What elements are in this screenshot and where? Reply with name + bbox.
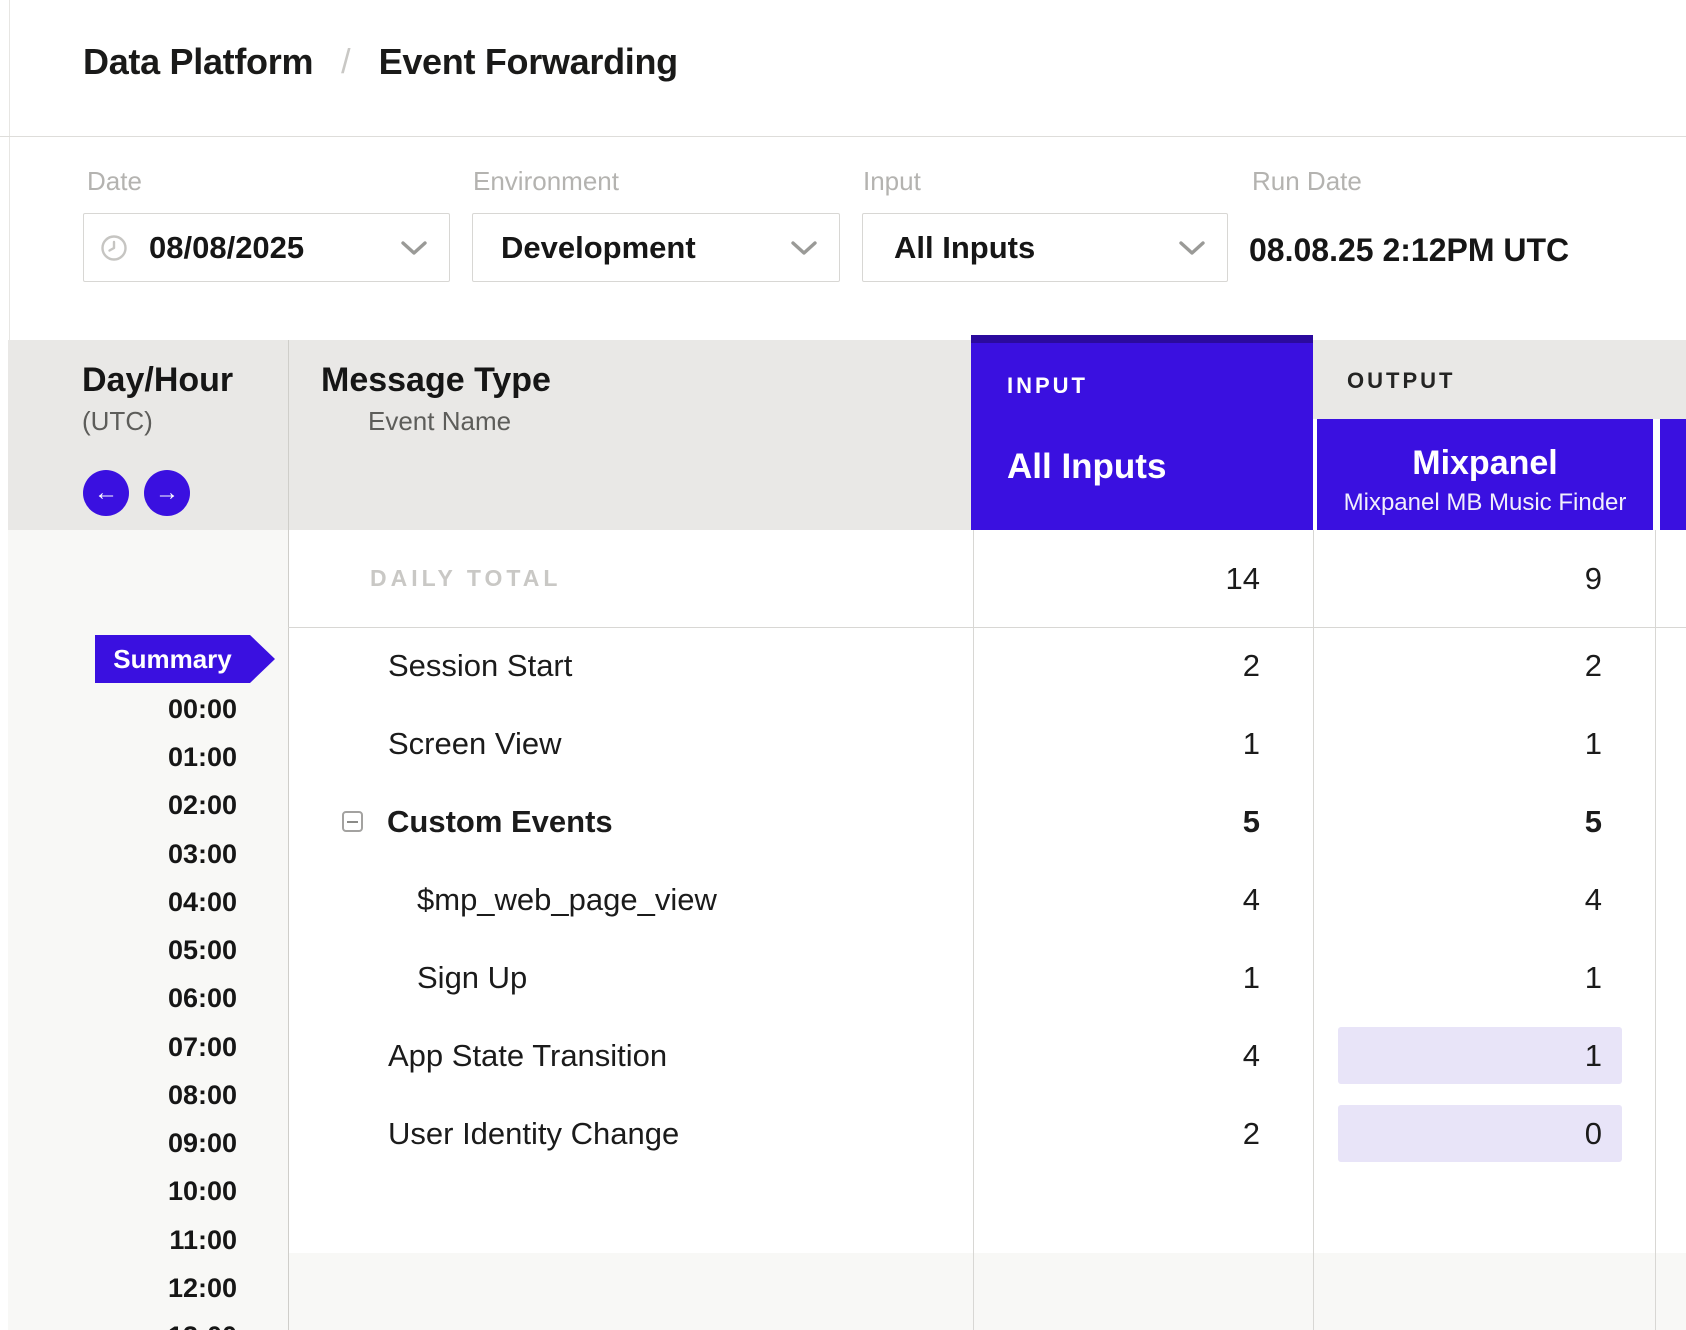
daily-total-label: DAILY TOTAL — [370, 530, 561, 627]
rail-time-03[interactable]: 03:00 — [168, 839, 237, 869]
collapse-minus-icon[interactable] — [342, 811, 363, 832]
output-column-header-mixpanel[interactable]: Mixpanel Mixpanel MB Music Finder — [1317, 419, 1653, 530]
date-filter-value: 08/08/2025 — [149, 230, 304, 266]
day-hour-column-title: Day/Hour — [82, 361, 233, 399]
row-output-value-highlighted[interactable]: 0 — [1338, 1105, 1622, 1162]
row-output-value: 1 — [1585, 939, 1602, 1017]
row-label: Sign Up — [417, 939, 527, 1017]
rail-time-12[interactable]: 12:00 — [168, 1273, 237, 1303]
arrow-right-icon: → — [155, 479, 179, 507]
row-output-value-highlighted[interactable]: 1 — [1338, 1027, 1622, 1084]
page-left-border — [9, 0, 10, 340]
day-hour-column-subtitle: (UTC) — [82, 408, 153, 434]
table-row: User Identity Change 2 0 — [0, 1095, 1686, 1173]
table-row: Screen View 1 1 — [0, 705, 1686, 783]
rail-time-06[interactable]: 06:00 — [168, 983, 237, 1013]
daily-total-output-value: 9 — [1585, 530, 1602, 627]
next-day-button[interactable]: → — [144, 470, 190, 516]
row-label: App State Transition — [388, 1017, 667, 1095]
row-input-value: 2 — [1243, 1095, 1260, 1173]
chevron-down-icon — [401, 241, 427, 255]
breadcrumb-section[interactable]: Data Platform — [83, 41, 313, 83]
environment-filter-label: Environment — [473, 168, 619, 194]
row-label: User Identity Change — [388, 1095, 679, 1173]
table-row-child: Sign Up 1 1 — [0, 939, 1686, 1017]
header-divider — [0, 136, 1686, 137]
input-filter-value: All Inputs — [894, 230, 1035, 266]
row-label: Session Start — [388, 627, 572, 705]
row-label: Custom Events — [387, 783, 613, 861]
input-filter-select[interactable]: All Inputs — [862, 213, 1228, 282]
breadcrumb: Data Platform / Event Forwarding — [83, 40, 678, 84]
date-filter-select[interactable]: 08/08/2025 — [83, 213, 450, 282]
previous-day-button[interactable]: ← — [83, 470, 129, 516]
message-type-column-subtitle: Event Name — [368, 408, 511, 434]
table-row-custom-events: Custom Events 5 5 — [0, 783, 1686, 861]
rail-time-11[interactable]: 11:00 — [169, 1225, 237, 1255]
rail-time-08[interactable]: 08:00 — [168, 1080, 237, 1110]
row-output-value: 2 — [1585, 627, 1602, 705]
event-forwarding-page: Data Platform / Event Forwarding Date 08… — [0, 0, 1686, 1330]
input-group-label: INPUT — [1007, 375, 1088, 397]
page-title: Event Forwarding — [379, 41, 678, 83]
message-type-column-title: Message Type — [321, 361, 551, 399]
input-column-header[interactable]: INPUT All Inputs — [971, 335, 1313, 530]
input-column-name: All Inputs — [1007, 449, 1166, 485]
output-group-label: OUTPUT — [1347, 370, 1455, 392]
row-input-value: 1 — [1243, 705, 1260, 783]
output-column-header-next-partial[interactable] — [1660, 419, 1686, 530]
chevron-down-icon — [791, 241, 817, 255]
row-output-value: 4 — [1585, 861, 1602, 939]
row-label: Screen View — [388, 705, 561, 783]
rail-time-10[interactable]: 10:00 — [168, 1176, 237, 1206]
table-row-child: $mp_web_page_view 4 4 — [0, 861, 1686, 939]
rail-time-04[interactable]: 04:00 — [168, 887, 237, 917]
rail-time-02[interactable]: 02:00 — [168, 790, 237, 820]
run-date-label: Run Date — [1252, 168, 1362, 194]
summary-tag[interactable]: Summary — [95, 635, 275, 683]
rail-time-00[interactable]: 00:00 — [168, 694, 237, 724]
row-label: $mp_web_page_view — [417, 861, 717, 939]
row-input-value: 5 — [1243, 783, 1260, 861]
rail-time-01[interactable]: 01:00 — [168, 742, 237, 772]
environment-filter-value: Development — [501, 230, 696, 266]
column-gutter — [1653, 419, 1660, 530]
daily-total-row: DAILY TOTAL 14 9 — [0, 530, 1686, 627]
date-filter-label: Date — [87, 168, 142, 194]
rail-time-13[interactable]: 13:00 — [168, 1321, 237, 1330]
rail-time-05[interactable]: 05:00 — [168, 935, 237, 965]
output-column-subtitle: Mixpanel MB Music Finder — [1317, 490, 1653, 516]
table-row: App State Transition 4 1 — [0, 1017, 1686, 1095]
output-column-name: Mixpanel — [1317, 445, 1653, 481]
daily-total-input-value: 14 — [1226, 530, 1260, 627]
row-input-value: 1 — [1243, 939, 1260, 1017]
clock-icon — [101, 235, 127, 261]
arrow-left-icon: ← — [94, 479, 118, 507]
row-input-value: 2 — [1243, 627, 1260, 705]
row-input-value: 4 — [1243, 1017, 1260, 1095]
input-filter-label: Input — [863, 168, 921, 194]
chevron-down-icon — [1179, 241, 1205, 255]
run-date-value: 08.08.25 2:12PM UTC — [1249, 232, 1569, 269]
row-input-value: 4 — [1243, 861, 1260, 939]
rail-time-09[interactable]: 09:00 — [168, 1128, 237, 1158]
table-footer-band — [289, 1253, 1686, 1330]
row-output-value: 1 — [1585, 705, 1602, 783]
row-output-value: 5 — [1585, 783, 1602, 861]
environment-filter-select[interactable]: Development — [472, 213, 840, 282]
breadcrumb-separator-icon: / — [341, 43, 350, 82]
rail-time-07[interactable]: 07:00 — [168, 1032, 237, 1062]
